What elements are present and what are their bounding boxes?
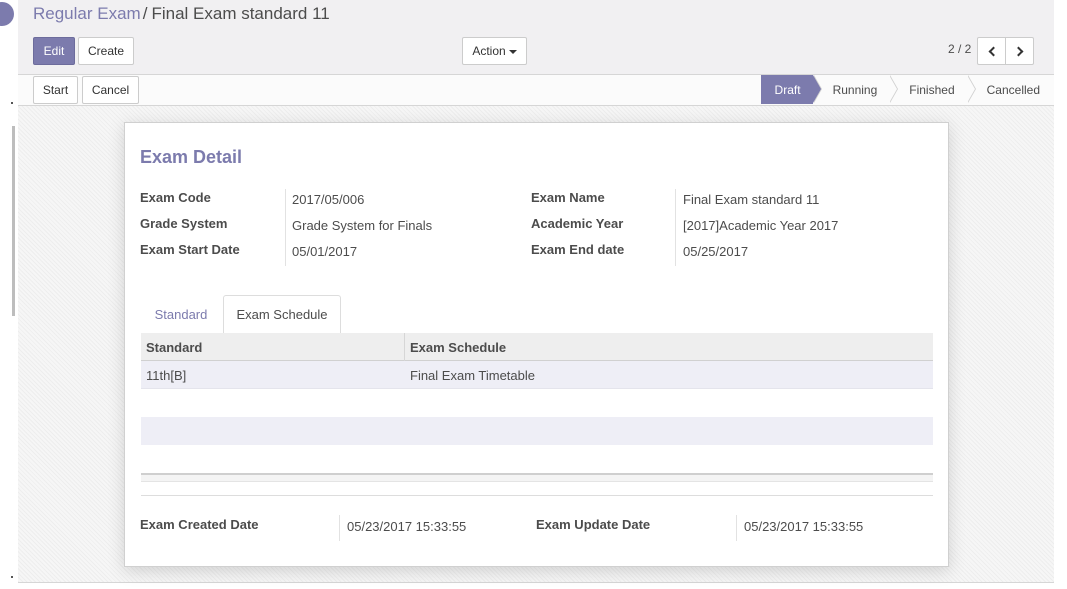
exam-code-label: Exam Code bbox=[140, 190, 211, 205]
academic-year-label: Academic Year bbox=[531, 216, 624, 231]
exam-code-value: 2017/05/006 bbox=[292, 192, 365, 207]
table-row-empty bbox=[141, 417, 933, 445]
caret-down-icon bbox=[508, 49, 517, 54]
exam-name-value: Final Exam standard 11 bbox=[683, 192, 820, 207]
breadcrumb: Regular Exam / Final Exam standard 11 bbox=[33, 4, 330, 24]
table-row[interactable]: 11th[B] Final Exam Timetable bbox=[141, 361, 933, 389]
exam-name-label: Exam Name bbox=[531, 190, 605, 205]
form-title: Exam Detail bbox=[140, 147, 243, 167]
action-dropdown-label: Action bbox=[472, 44, 506, 58]
grade-system-value[interactable]: Grade System for Finals bbox=[292, 218, 432, 233]
stage-draft[interactable]: Draft bbox=[760, 75, 822, 104]
breadcrumb-separator: / bbox=[142, 4, 148, 23]
field-separator bbox=[675, 189, 676, 266]
edit-button[interactable]: Edit bbox=[33, 37, 75, 65]
field-separator bbox=[285, 189, 286, 266]
exam-end-date-label: Exam End date bbox=[531, 242, 625, 257]
column-header-exam-schedule[interactable]: Exam Schedule bbox=[405, 333, 933, 361]
stage-running[interactable]: Running bbox=[812, 75, 898, 104]
form-sheet: Exam Detail Exam Code 2017/05/006 Grade … bbox=[124, 122, 949, 567]
exam-update-date-value: 05/23/2017 15:33:55 bbox=[744, 519, 864, 534]
form-statusbar: Start Cancel Draft Running Finished Canc… bbox=[18, 75, 1054, 106]
table-row-empty bbox=[141, 389, 933, 417]
exam-created-date-value: 05/23/2017 15:33:55 bbox=[347, 519, 467, 534]
stage-finished[interactable]: Finished bbox=[889, 75, 977, 104]
start-button[interactable]: Start bbox=[33, 76, 78, 104]
gutter-tick bbox=[11, 102, 13, 104]
breadcrumb-parent-link[interactable]: Regular Exam bbox=[33, 4, 141, 23]
exam-created-date-label: Exam Created Date bbox=[140, 517, 259, 532]
academic-year-value[interactable]: [2017]Academic Year 2017 bbox=[683, 218, 838, 233]
table-header: Standard Exam Schedule bbox=[141, 333, 933, 361]
pager-value: 2 / 2 bbox=[948, 42, 972, 56]
cancel-button[interactable]: Cancel bbox=[82, 76, 139, 104]
gutter-tick bbox=[11, 576, 13, 578]
tab-exam-schedule[interactable]: Exam Schedule bbox=[223, 295, 341, 334]
bottom-divider bbox=[18, 582, 1054, 583]
tab-standard[interactable]: Standard bbox=[141, 295, 221, 333]
stage-cancelled[interactable]: Cancelled bbox=[966, 75, 1054, 104]
exam-end-date-value: 05/25/2017 bbox=[683, 244, 749, 259]
chevron-left-icon bbox=[988, 46, 998, 56]
breadcrumb-current: Final Exam standard 11 bbox=[151, 4, 330, 23]
pager-next-button[interactable] bbox=[1005, 37, 1034, 65]
table-footer bbox=[141, 473, 933, 482]
column-header-standard[interactable]: Standard bbox=[141, 333, 405, 361]
stage-bar: Draft Running Finished Cancelled bbox=[760, 75, 1054, 104]
field-separator bbox=[339, 515, 340, 541]
app-menu-dot[interactable] bbox=[0, 2, 14, 26]
exam-start-date-value: 05/01/2017 bbox=[292, 244, 358, 259]
left-gutter bbox=[0, 0, 18, 589]
grade-system-label: Grade System bbox=[140, 216, 228, 231]
exam-start-date-label: Exam Start Date bbox=[140, 242, 240, 257]
field-separator bbox=[736, 515, 737, 541]
action-dropdown-button[interactable]: Action bbox=[462, 37, 527, 65]
cell-standard: 11th[B] bbox=[146, 367, 187, 383]
exam-update-date-label: Exam Update Date bbox=[536, 517, 651, 532]
pager-previous-button[interactable] bbox=[977, 37, 1006, 65]
create-button[interactable]: Create bbox=[78, 37, 134, 65]
cell-exam-schedule: Final Exam Timetable bbox=[410, 367, 535, 383]
scroll-indicator[interactable] bbox=[12, 126, 15, 316]
section-divider bbox=[141, 495, 933, 496]
chevron-right-icon bbox=[1013, 46, 1023, 56]
control-panel: Regular Exam / Final Exam standard 11 Edit… bbox=[18, 0, 1054, 75]
